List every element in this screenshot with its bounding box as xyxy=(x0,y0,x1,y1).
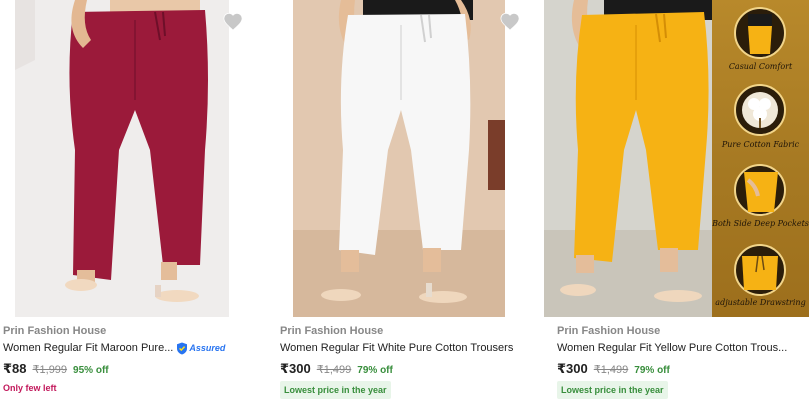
feature-label-casual-comfort: Casual Comfort xyxy=(728,62,793,71)
product-title[interactable]: Women Regular Fit Maroon Pure... xyxy=(3,340,173,356)
product-image-maroon[interactable] xyxy=(15,0,229,317)
lowest-price-badge: Lowest price in the year xyxy=(557,381,668,399)
discount-percent: 95% off xyxy=(73,365,109,376)
product-title-row[interactable]: Women Regular Fit White Pure Cotton Trou… xyxy=(280,340,548,356)
product-image-white[interactable] xyxy=(293,0,505,317)
product-info: Prin Fashion House Women Regular Fit Whi… xyxy=(280,324,548,399)
original-price: ₹1,999 xyxy=(32,364,68,376)
selling-price: ₹300 xyxy=(557,361,588,376)
brand-name: Prin Fashion House xyxy=(3,325,107,337)
product-feature-panel: Casual Comfort Pure Cotton Fabric Both S… xyxy=(712,0,809,317)
product-title-row[interactable]: Women Regular Fit Yellow Pure Cotton Tro… xyxy=(557,340,805,356)
original-price: ₹1,499 xyxy=(593,364,629,376)
assured-badge-icon xyxy=(177,342,188,354)
product-info: Prin Fashion House Women Regular Fit Yel… xyxy=(557,324,805,399)
product-title[interactable]: Women Regular Fit White Pure Cotton Trou… xyxy=(280,340,513,356)
brand-name: Prin Fashion House xyxy=(557,325,661,337)
price-row: ₹88 ₹1,999 95% off xyxy=(3,361,271,377)
price-row: ₹300 ₹1,499 79% off xyxy=(280,361,548,377)
lowest-price-badge: Lowest price in the year xyxy=(280,381,391,399)
feature-label-drawstring: adjustable Drawstring xyxy=(715,298,806,307)
product-card-maroon[interactable]: Prin Fashion House Women Regular Fit Mar… xyxy=(0,0,275,403)
product-title[interactable]: Women Regular Fit Yellow Pure Cotton Tro… xyxy=(557,340,787,356)
product-photo-maroon xyxy=(15,0,229,317)
assured-badge: Assured xyxy=(176,340,225,356)
product-title-row[interactable]: Women Regular Fit Maroon Pure... Assured xyxy=(3,340,271,356)
feature-panel-art xyxy=(734,7,786,296)
heart-icon[interactable] xyxy=(222,11,244,31)
product-card-white[interactable]: Prin Fashion House Women Regular Fit Whi… xyxy=(277,0,552,403)
feature-label-pure-cotton: Pure Cotton Fabric xyxy=(721,140,800,149)
discount-percent: 79% off xyxy=(634,365,670,376)
product-photo-white xyxy=(293,0,505,317)
assured-label: Assured xyxy=(189,343,226,353)
discount-percent: 79% off xyxy=(357,365,393,376)
product-info: Prin Fashion House Women Regular Fit Mar… xyxy=(3,324,271,393)
price-row: ₹300 ₹1,499 79% off xyxy=(557,361,805,377)
scarcity-tag: Only few left xyxy=(3,383,57,393)
original-price: ₹1,499 xyxy=(316,364,352,376)
selling-price: ₹300 xyxy=(280,361,311,376)
selling-price: ₹88 xyxy=(3,361,27,376)
feature-label-deep-pockets: Both Side Deep Pockets xyxy=(712,219,809,228)
heart-icon[interactable] xyxy=(499,11,521,31)
brand-name: Prin Fashion House xyxy=(280,325,384,337)
